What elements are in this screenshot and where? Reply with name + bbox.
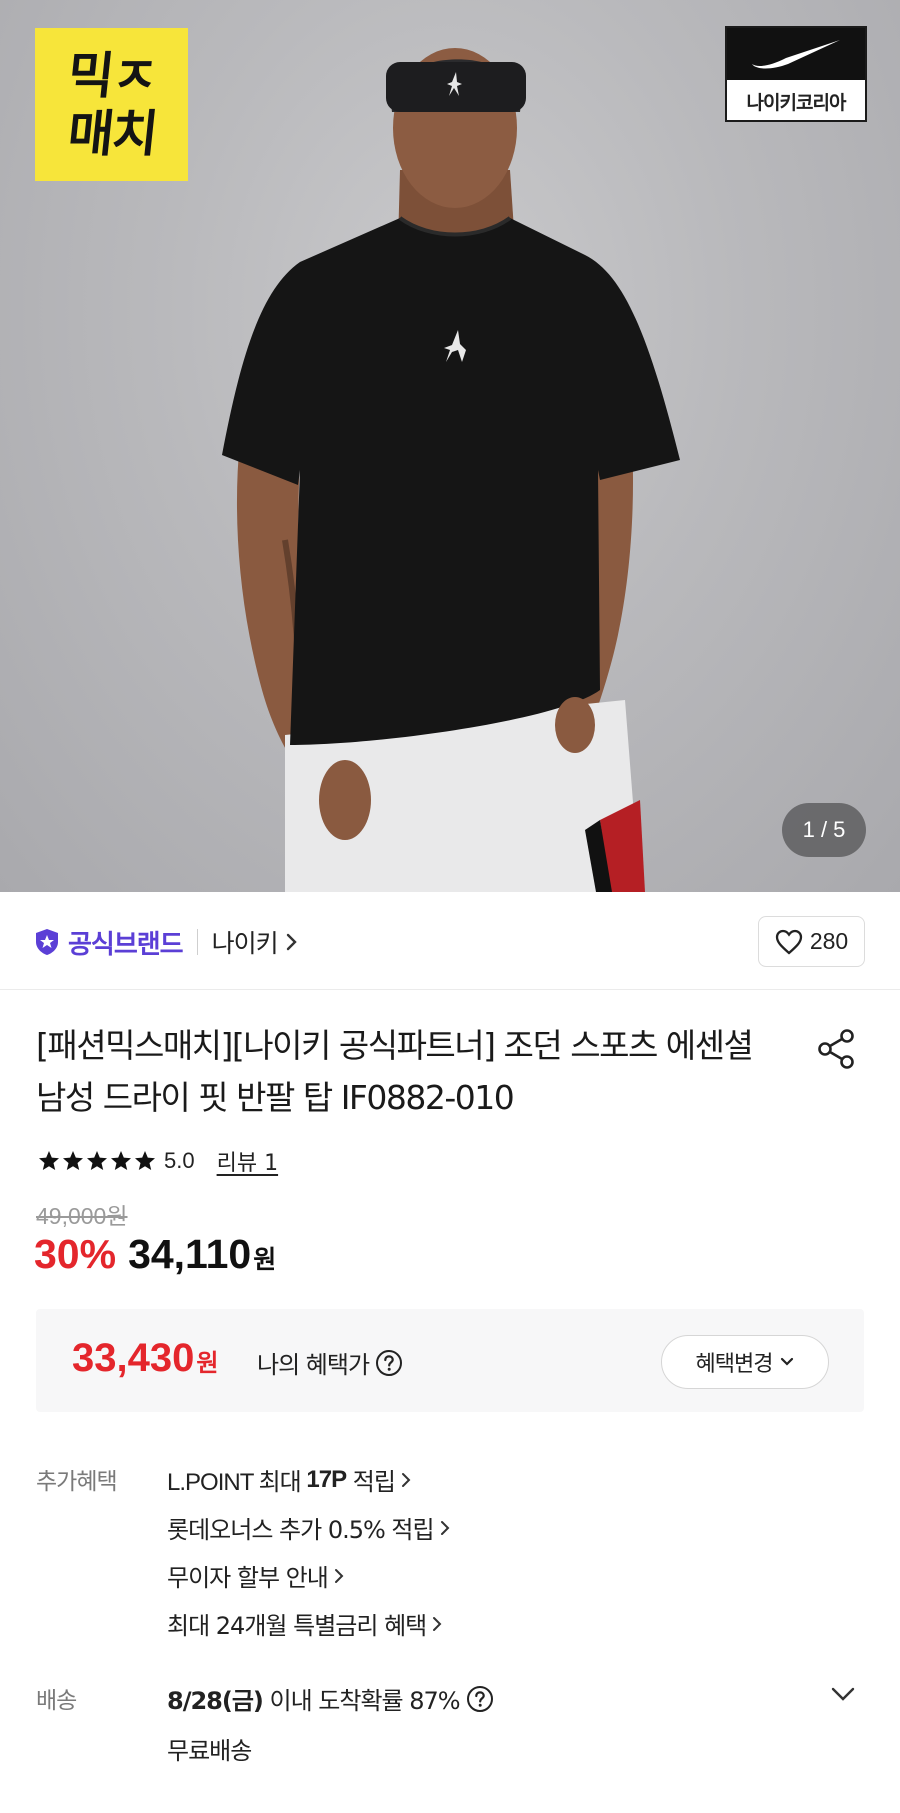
mix-badge-line2: 매치 [64, 104, 159, 163]
product-title-section: [패션믹스매치][나이키 공식파트너] 조던 스포츠 에센셜 남성 드라이 핏 … [0, 990, 900, 1138]
special-rate-text: 최대 24개월 특별금리 혜택 [167, 1612, 427, 1640]
chevron-right-icon [286, 933, 297, 951]
change-benefit-label: 혜택변경 [695, 1352, 774, 1377]
chevron-right-icon [401, 1472, 411, 1487]
special-rate-benefit-link[interactable]: 최대 24개월 특별금리 혜택 [167, 1606, 442, 1641]
share-icon[interactable] [816, 1028, 856, 1070]
heart-icon [775, 929, 802, 955]
divider [196, 929, 198, 955]
help-icon[interactable] [375, 1349, 403, 1377]
image-counter: 1 / 5 [782, 803, 866, 857]
installment-info-link[interactable]: 무이자 할부 안내 [167, 1558, 344, 1593]
lotte-owners-text: 롯데오너스 추가 0.5% 적립 [167, 1516, 435, 1544]
chevron-right-icon [334, 1568, 344, 1583]
installment-info-text: 무이자 할부 안내 [167, 1564, 329, 1592]
shipping-info: 8/28(금) 이내 도착확률 87% [167, 1681, 494, 1716]
nike-korea-badge: 나이키코리아 [725, 26, 867, 122]
shipping-date: 8/28(금) [167, 1687, 264, 1715]
benefit-price: 33,430 원 [72, 1336, 218, 1381]
sale-price-unit: 원 [253, 1245, 277, 1274]
star-icon [63, 1151, 83, 1170]
free-shipping-text: 무료배송 [167, 1737, 252, 1765]
product-image-carousel[interactable]: 믹ㅈ 매치 나이키코리아 1 / 5 [0, 0, 900, 892]
sale-price: 34,110 [128, 1231, 252, 1277]
chevron-right-icon [440, 1520, 450, 1535]
price-line: 30% 34,110 원 [34, 1231, 276, 1278]
brand-link[interactable]: 공식브랜드 나이키 [34, 922, 298, 962]
product-title: [패션믹스매치][나이키 공식파트너] 조던 스포츠 에센셜 남성 드라이 핏 … [36, 1026, 754, 1117]
original-price: 49,000원 [36, 1203, 128, 1229]
star-icon [39, 1151, 59, 1170]
extra-benefits-label: 추가혜택 [36, 1469, 118, 1495]
change-benefit-button[interactable]: 혜택변경 [661, 1335, 829, 1389]
chevron-right-icon [433, 1616, 442, 1631]
my-benefit-label: 나의 혜택가 [257, 1351, 370, 1379]
nike-badge-label: 나이키코리아 [746, 91, 847, 114]
shipping-probability: 이내 도착확률 87% [262, 1687, 461, 1715]
wishlist-count: 280 [809, 928, 849, 954]
lpoint-prefix: L.POINT 최대 [167, 1469, 307, 1496]
lpoint-benefit-link[interactable]: L.POINT 최대 17P 적립 [167, 1462, 411, 1497]
brand-name: 나이키 [211, 929, 279, 958]
brand-row: 공식브랜드 나이키 280 [0, 892, 900, 990]
official-badge-icon [36, 929, 58, 955]
star-icon [87, 1151, 107, 1170]
review-link[interactable]: 리뷰 1 [217, 1145, 278, 1177]
star-icon [111, 1151, 131, 1170]
my-benefit-label-group: 나의 혜택가 [257, 1345, 403, 1380]
rating-row: 5.0 리뷰 1 [38, 1145, 278, 1177]
chevron-down-icon [781, 1357, 794, 1366]
help-icon[interactable] [466, 1685, 494, 1713]
rating-value: 5.0 [164, 1148, 195, 1173]
benefit-price-unit: 원 [196, 1349, 219, 1377]
star-rating [38, 1150, 156, 1172]
mix-badge-line1: 믹ㅈ [64, 46, 159, 105]
benefit-price-box: 33,430 원 나의 혜택가 혜택변경 [36, 1309, 864, 1412]
chevron-down-icon[interactable] [830, 1686, 856, 1702]
star-icon [135, 1151, 155, 1170]
shipping-label: 배송 [36, 1688, 77, 1714]
lpoint-points: 17P [306, 1465, 347, 1493]
benefit-price-value: 33,430 [72, 1336, 195, 1380]
wishlist-button[interactable]: 280 [758, 916, 865, 967]
lpoint-suffix: 적립 [346, 1468, 396, 1496]
discount-rate: 30% [34, 1231, 117, 1277]
lotte-owners-benefit-link[interactable]: 롯데오너스 추가 0.5% 적립 [167, 1510, 450, 1545]
nike-swoosh-icon [752, 40, 840, 69]
mix-match-badge: 믹ㅈ 매치 [35, 28, 188, 181]
official-brand-label: 공식브랜드 [68, 929, 184, 960]
